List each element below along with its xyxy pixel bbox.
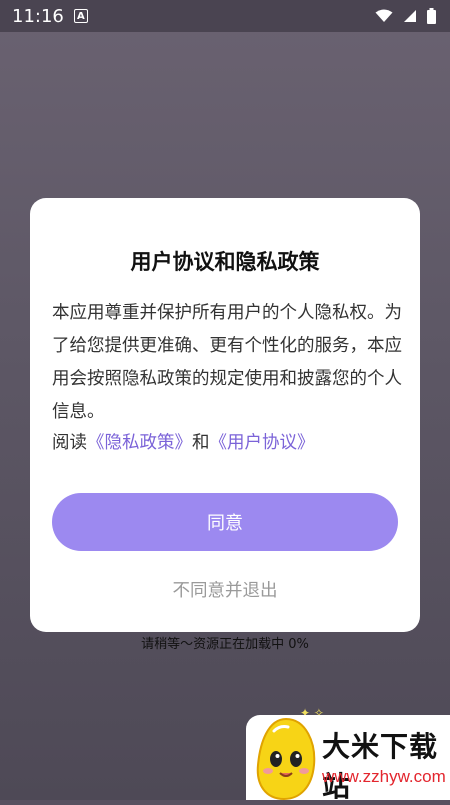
watermark-url: www.zzhyw.com <box>322 767 446 786</box>
watermark: 大米下载站 www.zzhyw.com <box>246 715 450 803</box>
and-text: 和 <box>192 433 210 453</box>
wifi-icon <box>375 9 393 22</box>
user-agreement-link[interactable]: 《用户协议》 <box>210 433 315 453</box>
battery-icon <box>427 8 436 24</box>
agree-button[interactable]: 同意 <box>52 493 398 551</box>
mascot-logo-icon <box>256 717 316 801</box>
privacy-dialog: 用户协议和隐私政策 本应用尊重并保护所有用户的个人隐私权。为了给您提供更准确、更… <box>30 198 420 632</box>
signal-icon <box>404 10 416 22</box>
watermark-brand: 大米下载站 <box>322 730 439 803</box>
a-icon: A <box>73 9 88 23</box>
read-prefix: 阅读 <box>52 433 87 453</box>
dialog-title: 用户协议和隐私政策 <box>130 250 320 274</box>
status-time: 11:16 <box>12 5 64 27</box>
disagree-exit-button[interactable]: 不同意并退出 <box>30 577 420 602</box>
agreement-links: 阅读《隐私政策》和《用户协议》 <box>52 429 315 454</box>
status-bar: 11:16 A <box>0 0 450 32</box>
loading-status: 请稍等～资源正在加载中 0% <box>141 637 309 652</box>
privacy-policy-link[interactable]: 《隐私政策》 <box>87 433 192 453</box>
dialog-body: 本应用尊重并保护所有用户的个人隐私权。为了给您提供更准确、更有个性化的服务，本应… <box>52 303 402 422</box>
